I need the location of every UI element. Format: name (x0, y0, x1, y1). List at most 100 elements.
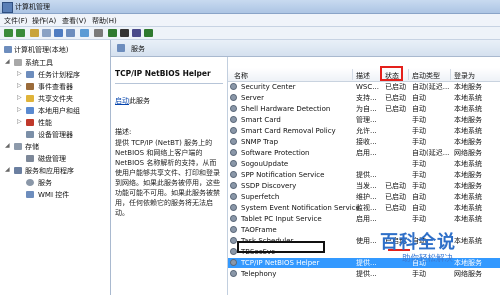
help-icon[interactable] (80, 29, 89, 37)
expand-arrow-icon[interactable]: ▷ (17, 82, 22, 89)
table-row[interactable]: Smart Card 管理... 手动 本地服务 (228, 115, 500, 125)
table-row[interactable]: Superfetch 维护... 已启动 自动 本地系统 (228, 192, 500, 202)
service-gear-icon (230, 193, 237, 200)
collapse-arrow-icon[interactable]: ◢ (5, 58, 10, 65)
service-gear-icon (230, 116, 237, 123)
description-text: 提供 TCP/IP (NetBT) 服务上的 NetBIOS 和网络上客户端的 … (115, 139, 220, 217)
column-startup-type[interactable]: 启动类型 (412, 71, 440, 81)
export-icon[interactable] (66, 29, 75, 37)
service-gear-icon (230, 237, 237, 244)
expand-arrow-icon[interactable]: ▷ (17, 118, 22, 125)
stop-service-icon[interactable] (120, 29, 129, 37)
table-row[interactable]: SNMP Trap 接收... 手动 本地服务 (228, 137, 500, 147)
service-gear-icon (230, 248, 237, 255)
service-logon: 网络服务 (454, 149, 482, 157)
tree-item-disk-management[interactable]: 磁盘管理 (38, 154, 66, 164)
expand-arrow-icon[interactable]: ▷ (17, 94, 22, 101)
tree-item-shared-folders[interactable]: 共享文件夹 (38, 94, 73, 104)
table-row[interactable]: Shell Hardware Detection 为自... 已启动 自动 本地系统 (228, 104, 500, 114)
service-gear-icon (230, 127, 237, 134)
service-description: 允许... (356, 127, 377, 135)
start-service-icon[interactable] (108, 29, 117, 37)
tree-item-computer-management[interactable]: 计算机管理(本地) (14, 45, 68, 55)
column-log-on-as[interactable]: 登录为 (454, 71, 475, 81)
table-row[interactable]: Tablet PC Input Service 启用... 手动 本地系统 (228, 214, 500, 224)
title-bar: 计算机管理 (0, 0, 500, 14)
app-icon (2, 2, 13, 13)
breadcrumb: 服务 (111, 40, 500, 57)
tree-item-event-viewer[interactable]: 事件查看器 (38, 82, 73, 92)
service-description: 当发... (356, 182, 377, 190)
window-title: 计算机管理 (15, 3, 50, 11)
tree-item-task-scheduler[interactable]: 任务计划程序 (38, 70, 80, 80)
table-row[interactable]: SPP Notification Service 提供... 手动 本地服务 (228, 170, 500, 180)
up-folder-icon[interactable] (30, 29, 39, 37)
table-row[interactable]: SSDP Discovery 当发... 已启动 手动 本地服务 (228, 181, 500, 191)
service-name: Smart Card Removal Policy (241, 127, 336, 135)
menu-view[interactable]: 查看(V) (62, 16, 86, 26)
tree-item-services[interactable]: 服务 (38, 178, 52, 188)
service-logon: 本地服务 (454, 182, 482, 190)
tree-item-services-and-apps[interactable]: 服务和应用程序 (25, 166, 74, 176)
service-gear-icon (230, 259, 237, 266)
tree-item-performance[interactable]: 性能 (38, 118, 52, 128)
table-row[interactable]: SogouUpdate 手动 本地系统 (228, 159, 500, 169)
service-description: 为自... (356, 105, 377, 113)
service-logon: 本地系统 (454, 215, 482, 223)
back-icon[interactable] (4, 29, 13, 37)
services-icon (117, 44, 125, 52)
column-description[interactable]: 描述 (356, 71, 370, 81)
forward-icon[interactable] (16, 29, 25, 37)
service-startup-type: 手动 (412, 127, 426, 135)
list-header: 名称 描述 状态 启动类型 登录为 (228, 68, 500, 82)
menu-file[interactable]: 文件(F) (4, 16, 28, 26)
watermark-title: 百科全说 (380, 232, 456, 253)
service-startup-type: 自动 (412, 204, 426, 212)
service-gear-icon (230, 94, 237, 101)
tree-item-system-tools[interactable]: 系统工具 (25, 58, 53, 68)
service-description: 接收... (356, 138, 377, 146)
tree-item-storage[interactable]: 存储 (25, 142, 39, 152)
show-hide-tree-icon[interactable] (42, 29, 51, 37)
pause-service-icon[interactable] (132, 29, 141, 37)
service-startup-type: 自动(延迟... (412, 149, 450, 157)
menu-help[interactable]: 帮助(H) (92, 16, 117, 26)
menu-action[interactable]: 操作(A) (32, 16, 56, 26)
table-row[interactable]: Security Center WSC... 已启动 自动(延迟... 本地服务 (228, 82, 500, 92)
table-row[interactable]: Software Protection 启用... 自动(延迟... 网络服务 (228, 148, 500, 158)
wmi-icon (26, 191, 34, 198)
start-service-link[interactable]: 启动 (115, 97, 129, 105)
service-name: TAOFrame (241, 226, 277, 234)
table-row[interactable]: Server 支持... 已启动 自动 本地系统 (228, 93, 500, 103)
service-logon: 本地服务 (454, 171, 482, 179)
properties-icon[interactable] (94, 29, 103, 37)
column-name[interactable]: 名称 (234, 71, 248, 81)
service-name: System Event Notification Service (241, 204, 360, 212)
tree-item-device-manager[interactable]: 设备管理器 (38, 130, 73, 140)
navigation-tree: 计算机管理(本地) ◢ 系统工具 ▷ 任务计划程序 ▷ 事件查看器 ▷ 共享文件… (0, 40, 111, 295)
service-description: 维护... (356, 193, 377, 201)
service-startup-type: 手动 (412, 215, 426, 223)
expand-arrow-icon[interactable]: ▷ (17, 106, 22, 113)
menu-bar: 文件(F) 操作(A) 查看(V) 帮助(H) (0, 14, 500, 27)
restart-service-icon[interactable] (144, 29, 153, 37)
watermark: 百科全说 助你轻松解决 (372, 228, 494, 284)
collapse-arrow-icon[interactable]: ◢ (5, 142, 10, 149)
refresh-icon[interactable] (54, 29, 63, 37)
collapse-arrow-icon[interactable]: ◢ (5, 166, 10, 173)
table-row[interactable]: System Event Notification Service 监视... 已启… (228, 203, 500, 213)
expand-arrow-icon[interactable]: ▷ (17, 70, 22, 77)
tree-item-local-users[interactable]: 本地用户和组 (38, 106, 80, 116)
service-logon: 本地系统 (454, 105, 482, 113)
start-service-line: 启动此服务 (115, 96, 150, 106)
service-startup-type: 手动 (412, 171, 426, 179)
table-row[interactable]: Smart Card Removal Policy 允许... 手动 本地系统 (228, 126, 500, 136)
service-name: Security Center (241, 83, 296, 91)
service-status: 已启动 (385, 182, 406, 190)
service-description: 管理... (356, 116, 377, 124)
device-icon (26, 131, 34, 138)
service-name: Tablet PC Input Service (241, 215, 322, 223)
service-name: SogouUpdate (241, 160, 289, 168)
service-gear-icon (230, 182, 237, 189)
tree-item-wmi-control[interactable]: WMI 控件 (38, 190, 69, 200)
